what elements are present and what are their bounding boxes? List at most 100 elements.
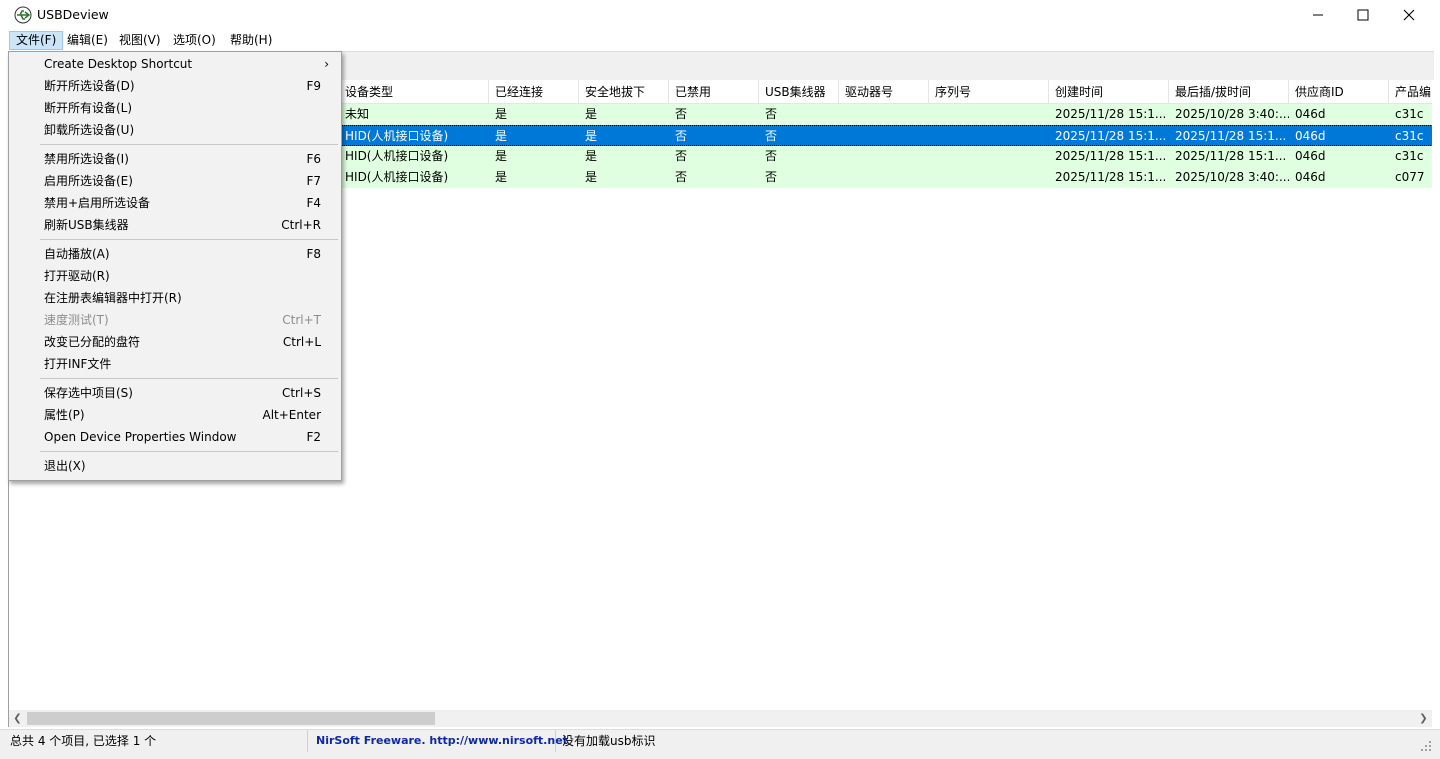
cell-last-plug: 2025/11/28 15:1... [1175,129,1287,143]
column-header-connected[interactable]: 已经连接 [489,80,579,104]
menu-item-shortcut: Alt+Enter [262,408,321,422]
cell-device-type: HID(人机接口设备) [345,170,449,184]
menu-item-label: 断开所选设备(D) [44,79,135,93]
cell-disabled: 否 [675,170,688,184]
menu-item-label: 打开INF文件 [44,357,112,371]
cell-vendor-id: 046d [1295,129,1326,143]
menu-file[interactable]: 文件(F) [9,31,64,50]
column-header-usb-hub[interactable]: USB集线器 [759,80,839,104]
menu-item-change-drive-letter[interactable]: 改变已分配的盘符 Ctrl+L [11,331,339,353]
cell-drive-letter [839,146,929,167]
column-header-safe-unplug[interactable]: 安全地拔下 [579,80,669,104]
cell-created: 2025/11/28 15:1... [1055,170,1167,184]
column-header-product-id[interactable]: 产品编 [1389,80,1432,104]
menu-edit[interactable]: 编辑(E) [61,31,114,50]
menu-item-disable-selected[interactable]: 禁用所选设备(I) F6 [11,148,339,170]
menu-separator [40,378,338,379]
menu-item-label: 卸载所选设备(U) [44,123,135,137]
minimize-button[interactable] [1295,0,1341,30]
cell-product-id: c31c [1395,107,1424,121]
scrollbar-thumb[interactable] [27,712,435,725]
menu-view[interactable]: 视图(V) [113,31,167,50]
cell-vendor-id: 046d [1295,149,1326,163]
close-button[interactable] [1386,0,1432,30]
status-bar: 总共 4 个项目, 已选择 1 个 NirSoft Freeware. http… [0,729,1440,759]
cell-safe-unplug: 是 [585,170,598,184]
column-header-drive-letter[interactable]: 驱动器号 [839,80,929,104]
column-header-last-plug[interactable]: 最后插/拔时间 [1169,80,1289,104]
cell-disabled: 否 [675,107,688,121]
column-header-serial[interactable]: 序列号 [929,80,1049,104]
usb-app-icon [14,6,32,24]
menu-item-shortcut: F7 [306,174,321,188]
menu-separator [40,451,338,452]
menu-separator [40,239,338,240]
menu-item-disconnect-selected[interactable]: 断开所选设备(D) F9 [11,75,339,97]
title-bar: USBDeview [0,0,1440,30]
cell-device-type: 未知 [345,107,370,121]
cell-connected: 是 [495,170,508,184]
menu-item-save-selected[interactable]: 保存选中项目(S) Ctrl+S [11,382,339,404]
menu-item-shortcut: Ctrl+R [281,218,321,232]
menu-item-open-driver[interactable]: 打开驱动(R) [11,265,339,287]
cell-product-id: c31c [1395,149,1424,163]
menu-item-label: 在注册表编辑器中打开(R) [44,291,182,305]
horizontal-scrollbar[interactable]: ❮ ❯ [8,710,1432,727]
menu-item-shortcut: F4 [306,196,321,210]
menu-options[interactable]: 选项(O) [167,31,222,50]
column-header-vendor-id[interactable]: 供应商ID [1289,80,1389,104]
cell-device-type: HID(人机接口设备) [345,149,449,163]
window-title: USBDeview [37,7,109,22]
scroll-right-icon[interactable]: ❯ [1415,710,1432,727]
cell-usb-hub: 否 [765,170,778,184]
menu-item-speed-test: 速度测试(T) Ctrl+T [11,309,339,331]
cell-last-plug: 2025/11/28 15:1... [1175,149,1287,163]
menu-item-label: Create Desktop Shortcut [44,57,193,71]
column-header-device-type[interactable]: 设备类型 [339,80,489,104]
cell-last-plug: 2025/10/28 3:40:... [1175,107,1289,121]
cell-last-plug: 2025/10/28 3:40:... [1175,170,1289,184]
resize-grip-icon[interactable] [1420,740,1432,752]
menu-item-enable-selected[interactable]: 启用所选设备(E) F7 [11,170,339,192]
minimize-icon [1313,14,1323,16]
cell-safe-unplug: 是 [585,107,598,121]
menu-item-shortcut: F9 [306,79,321,93]
menu-item-shortcut: F8 [306,247,321,261]
menu-item-shortcut: F2 [306,430,321,444]
maximize-button[interactable] [1340,0,1386,30]
menu-item-label: 改变已分配的盘符 [44,335,141,349]
cell-product-id: c31c [1395,129,1424,143]
menu-help[interactable]: 帮助(H) [224,31,278,50]
column-header-disabled[interactable]: 已禁用 [669,80,759,104]
menu-item-disable-enable-selected[interactable]: 禁用+启用所选设备 F4 [11,192,339,214]
status-nirsoft-link[interactable]: NirSoft Freeware. http://www.nirsoft.net [312,730,568,752]
cell-connected: 是 [495,149,508,163]
menu-item-open-inf[interactable]: 打开INF文件 [11,353,339,375]
cell-connected: 是 [495,107,508,121]
cell-disabled: 否 [675,149,688,163]
menu-item-properties[interactable]: 属性(P) Alt+Enter [11,404,339,426]
menu-item-create-desktop-shortcut[interactable]: Create Desktop Shortcut › [11,53,339,75]
menu-item-shortcut: F6 [306,152,321,166]
menu-item-open-in-regedit[interactable]: 在注册表编辑器中打开(R) [11,287,339,309]
scroll-left-icon[interactable]: ❮ [9,710,26,727]
cell-usb-hub: 否 [765,129,778,143]
menu-item-disconnect-all[interactable]: 断开所有设备(L) [11,97,339,119]
cell-usb-hub: 否 [765,149,778,163]
menu-item-open-device-properties[interactable]: Open Device Properties Window F2 [11,426,339,448]
menu-item-label: 速度测试(T) [44,313,109,327]
column-header-created[interactable]: 创建时间 [1049,80,1169,104]
cell-created: 2025/11/28 15:1... [1055,149,1167,163]
submenu-arrow-icon: › [324,57,329,71]
menu-item-exit[interactable]: 退出(X) [11,455,339,477]
menu-separator [40,144,338,145]
menu-item-refresh-usb-hub[interactable]: 刷新USB集线器 Ctrl+R [11,214,339,236]
cell-created: 2025/11/28 15:1... [1055,107,1167,121]
menu-item-label: 自动播放(A) [44,247,110,261]
cell-vendor-id: 046d [1295,107,1326,121]
menu-item-autoplay[interactable]: 自动播放(A) F8 [11,243,339,265]
menu-item-uninstall-selected[interactable]: 卸载所选设备(U) [11,119,339,141]
cell-serial [929,104,1049,125]
cell-drive-letter [839,104,929,125]
menu-item-shortcut: Ctrl+T [282,313,321,327]
